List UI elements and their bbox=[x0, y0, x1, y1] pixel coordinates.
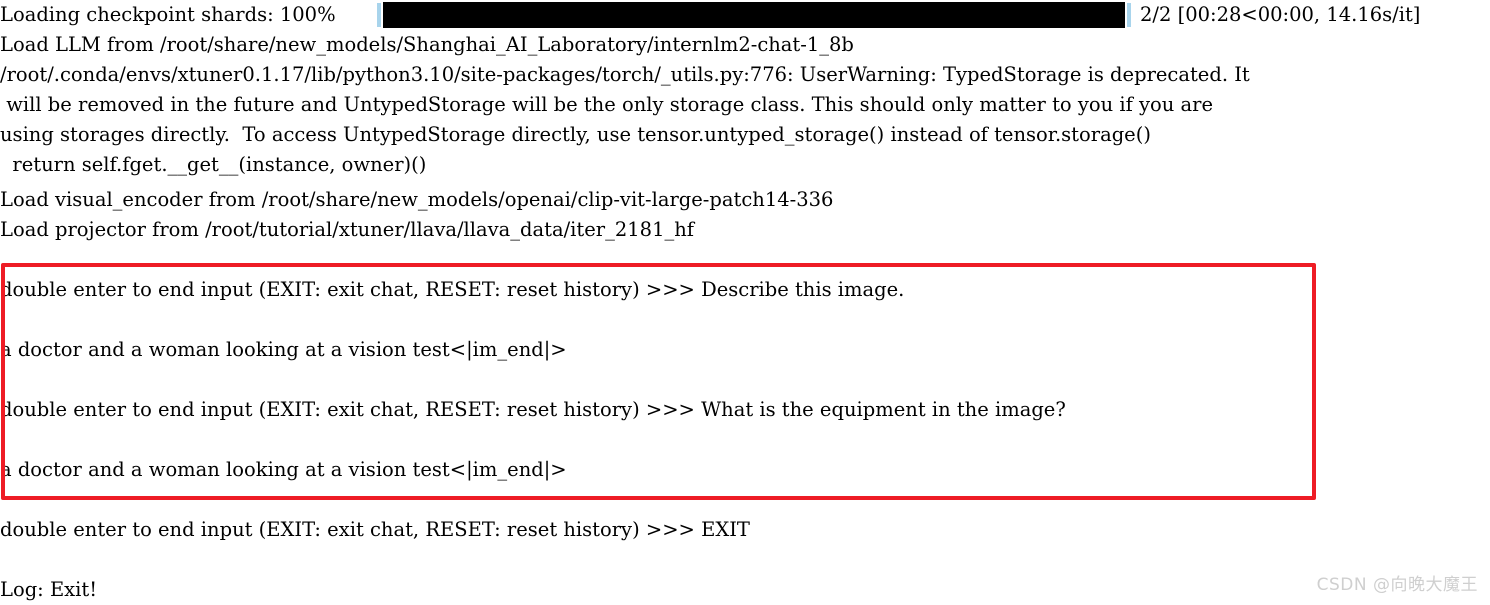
chat-response-line: a doctor and a woman looking at a vision… bbox=[0, 338, 567, 361]
progress-bar-stats: 2/2 [00:28<00:00, 14.16s/it] bbox=[1140, 3, 1421, 26]
progress-bar-right-edge bbox=[1127, 3, 1131, 27]
terminal-console[interactable]: Loading checkpoint shards: 100% 2/2 [00:… bbox=[0, 0, 1490, 603]
csdn-watermark: CSDN @向晚大魔王 bbox=[1316, 575, 1478, 595]
progress-bar-left-edge bbox=[377, 3, 381, 27]
log-line: Load visual_encoder from /root/share/new… bbox=[0, 188, 834, 211]
chat-prompt-line: double enter to end input (EXIT: exit ch… bbox=[0, 398, 1066, 421]
progress-bar-label: Loading checkpoint shards: 100% bbox=[0, 3, 336, 26]
log-line: using storages directly. To access Untyp… bbox=[0, 123, 1151, 146]
progress-bar-row: Loading checkpoint shards: 100% 2/2 [00:… bbox=[0, 0, 1420, 30]
log-line: will be removed in the future and Untype… bbox=[0, 93, 1214, 116]
log-line: /root/.conda/envs/xtuner0.1.17/lib/pytho… bbox=[0, 63, 1250, 86]
progress-bar-fill bbox=[383, 2, 1125, 28]
log-line: Load LLM from /root/share/new_models/Sha… bbox=[0, 33, 854, 56]
log-line: return self.fget.__get__(instance, owner… bbox=[0, 153, 427, 176]
chat-prompt-line: double enter to end input (EXIT: exit ch… bbox=[0, 278, 905, 301]
chat-response-line: a doctor and a woman looking at a vision… bbox=[0, 458, 567, 481]
exit-log-line: Log: Exit! bbox=[0, 578, 98, 601]
log-line: Load projector from /root/tutorial/xtune… bbox=[0, 218, 695, 241]
chat-exit-line: double enter to end input (EXIT: exit ch… bbox=[0, 518, 750, 541]
